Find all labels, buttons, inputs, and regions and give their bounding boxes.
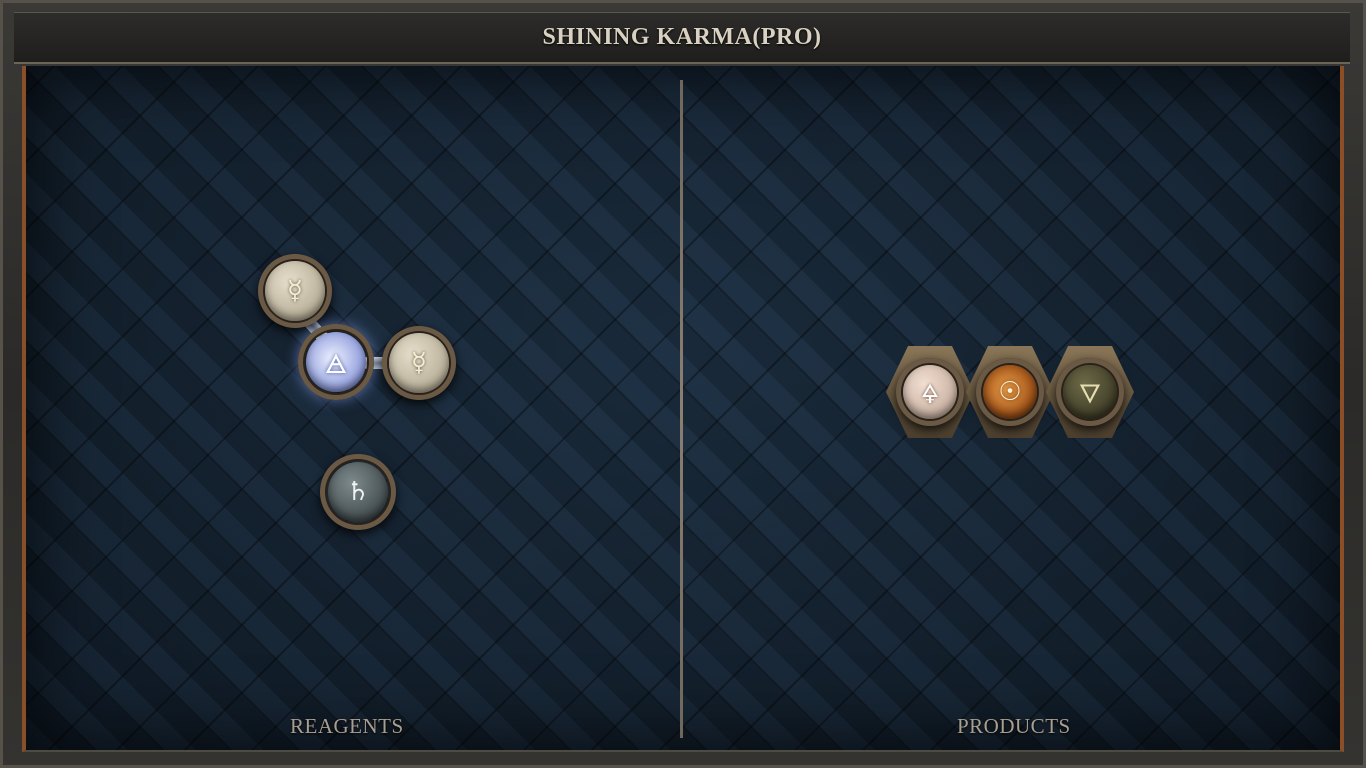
mercury-icon: ☿ [265,261,325,321]
panel-divider [680,80,683,738]
air-icon: 🜁 [305,331,367,393]
product-atom-earth[interactable]: 🜄 [1056,358,1124,426]
earth-icon: 🜄 [1062,364,1118,420]
products-label: PRODUCTS [957,714,1071,738]
title-bar: SHINING KARMA(PRO) [14,12,1350,64]
sun-icon: ☉ [982,364,1038,420]
reagent-atom-mercury[interactable]: ☿ [382,326,456,400]
puzzle-title: SHINING KARMA(PRO) [542,24,822,50]
product-atom-salt[interactable]: 🜍 [896,358,964,426]
salt-icon: 🜍 [902,364,958,420]
puzzle-board [22,66,1344,752]
reagent-atom-saturn[interactable]: ♄ [320,454,396,530]
reagent-atom-mercury[interactable]: ☿ [258,254,332,328]
saturn-icon: ♄ [327,461,389,523]
product-atom-sun[interactable]: ☉ [976,358,1044,426]
reagent-atom-air[interactable]: 🜁 [298,324,374,400]
reagents-label: REAGENTS [290,714,404,738]
mercury-icon: ☿ [389,333,449,393]
